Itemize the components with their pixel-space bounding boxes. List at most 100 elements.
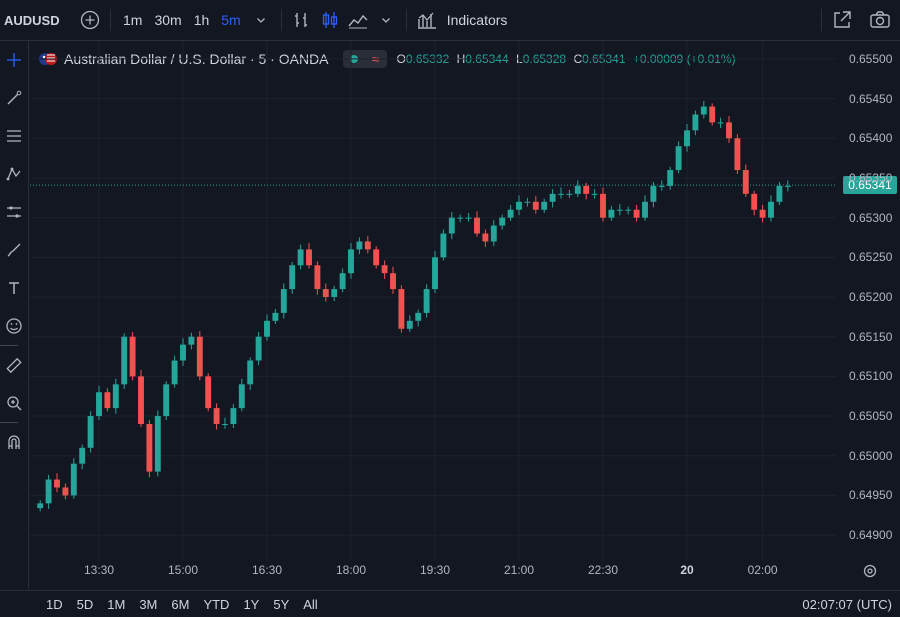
timeframe-1m[interactable]: 1m xyxy=(117,12,148,28)
candle-body xyxy=(390,273,396,290)
symbol-search-button[interactable]: AUDUSD xyxy=(0,13,76,28)
candle xyxy=(322,283,329,302)
chevron-down-icon[interactable] xyxy=(372,6,400,34)
candle xyxy=(532,196,539,214)
candle-body xyxy=(213,408,220,424)
candle-body xyxy=(457,217,464,219)
range-5d[interactable]: 5D xyxy=(77,597,94,612)
price-tick-label: 0.65100 xyxy=(849,369,893,384)
candle xyxy=(650,181,657,208)
candle xyxy=(600,187,606,222)
range-1m[interactable]: 1M xyxy=(107,597,125,612)
candle-body xyxy=(62,487,69,496)
time-tick-label: 20 xyxy=(680,563,694,577)
pattern-icon[interactable] xyxy=(0,155,28,193)
candle xyxy=(104,388,111,412)
candle xyxy=(684,124,690,152)
candle xyxy=(196,331,203,381)
price-tick-label: 0.65250 xyxy=(849,250,893,265)
price-tick-label: 0.65200 xyxy=(849,290,893,305)
candle xyxy=(457,214,464,223)
candle xyxy=(238,378,245,412)
candle xyxy=(524,197,531,207)
candlestick-chart[interactable] xyxy=(30,41,836,561)
price-tick-label: 0.65300 xyxy=(849,210,893,225)
range-ytd[interactable]: YTD xyxy=(203,597,229,612)
candle-body xyxy=(138,376,144,424)
candle-body xyxy=(768,201,774,218)
candle xyxy=(331,285,338,301)
candle-body xyxy=(700,106,707,115)
chevron-down-icon[interactable] xyxy=(247,6,275,34)
ruler-icon[interactable] xyxy=(0,346,28,384)
emoji-icon[interactable] xyxy=(0,307,28,345)
candle-body xyxy=(348,249,354,274)
candle-body xyxy=(633,209,640,218)
fullscreen-icon[interactable] xyxy=(828,6,856,34)
candle-body xyxy=(667,170,674,186)
time-tick-label: 19:30 xyxy=(419,563,451,577)
indicators-icon[interactable] xyxy=(413,6,441,34)
crosshair-icon[interactable] xyxy=(0,41,28,79)
fib-retracement-icon[interactable] xyxy=(0,117,28,155)
forecast-icon[interactable] xyxy=(0,193,28,231)
range-3m[interactable]: 3M xyxy=(139,597,157,612)
candles-style-icon[interactable] xyxy=(316,6,344,34)
settings-gear-icon[interactable] xyxy=(862,563,878,579)
divider xyxy=(405,9,407,31)
zoom-in-icon[interactable] xyxy=(0,384,28,422)
candle-body xyxy=(549,193,556,202)
candle xyxy=(146,420,153,478)
bars-style-icon[interactable] xyxy=(288,6,316,34)
brush-icon[interactable] xyxy=(0,231,28,269)
range-1d[interactable]: 1D xyxy=(46,597,63,612)
price-axis[interactable]: 0.65341 0.65500 0.65450 0.65400 0.65350 0.65… xyxy=(837,41,900,589)
candle xyxy=(247,357,254,390)
candle-body xyxy=(205,376,212,409)
candle xyxy=(364,235,371,254)
time-tick-label: 21:00 xyxy=(503,563,535,577)
area-style-icon[interactable] xyxy=(344,6,372,34)
text-icon[interactable] xyxy=(0,269,28,307)
candle-body xyxy=(474,217,480,234)
candle-body xyxy=(255,336,262,361)
camera-icon[interactable] xyxy=(866,6,894,34)
candle-body xyxy=(616,209,623,211)
top-toolbar: AUDUSD 1m 30m 1h 5m Indicators xyxy=(0,0,900,41)
candle xyxy=(709,103,716,126)
candle-body xyxy=(247,360,254,385)
compare-add-icon[interactable] xyxy=(76,6,104,34)
trend-line-icon[interactable] xyxy=(0,79,28,117)
candle-body xyxy=(339,273,346,290)
timeframe-30m[interactable]: 30m xyxy=(148,12,187,28)
timeframe-1h[interactable]: 1h xyxy=(188,12,216,28)
range-1y[interactable]: 1Y xyxy=(243,597,259,612)
candle-body xyxy=(684,130,690,147)
candle-body xyxy=(356,241,363,250)
candle-body xyxy=(507,209,514,218)
candle xyxy=(180,338,186,367)
candle-body xyxy=(650,185,657,202)
candle xyxy=(448,212,455,240)
time-tick-label: 13:30 xyxy=(83,563,115,577)
utc-clock[interactable]: 02:07:07 (UTC) xyxy=(802,597,892,612)
time-tick-label: 22:30 xyxy=(587,563,619,577)
candle-body xyxy=(742,170,749,194)
time-axis[interactable]: 13:30 15:00 16:30 18:00 19:30 21:00 22:30 20 02:… xyxy=(30,560,836,584)
indicators-button[interactable]: Indicators xyxy=(447,12,508,28)
candle xyxy=(188,332,195,350)
candle-body xyxy=(54,479,60,488)
candle xyxy=(549,189,556,208)
range-all[interactable]: All xyxy=(303,597,317,612)
candle xyxy=(440,229,447,261)
candle-body xyxy=(280,289,287,313)
candle xyxy=(356,237,363,255)
candle xyxy=(625,206,632,215)
candle xyxy=(574,180,581,198)
range-5y[interactable]: 5Y xyxy=(273,597,289,612)
magnet-icon[interactable] xyxy=(0,423,28,461)
candle xyxy=(717,117,724,128)
candle xyxy=(591,189,598,199)
range-6m[interactable]: 6M xyxy=(171,597,189,612)
timeframe-5m[interactable]: 5m xyxy=(215,12,246,28)
